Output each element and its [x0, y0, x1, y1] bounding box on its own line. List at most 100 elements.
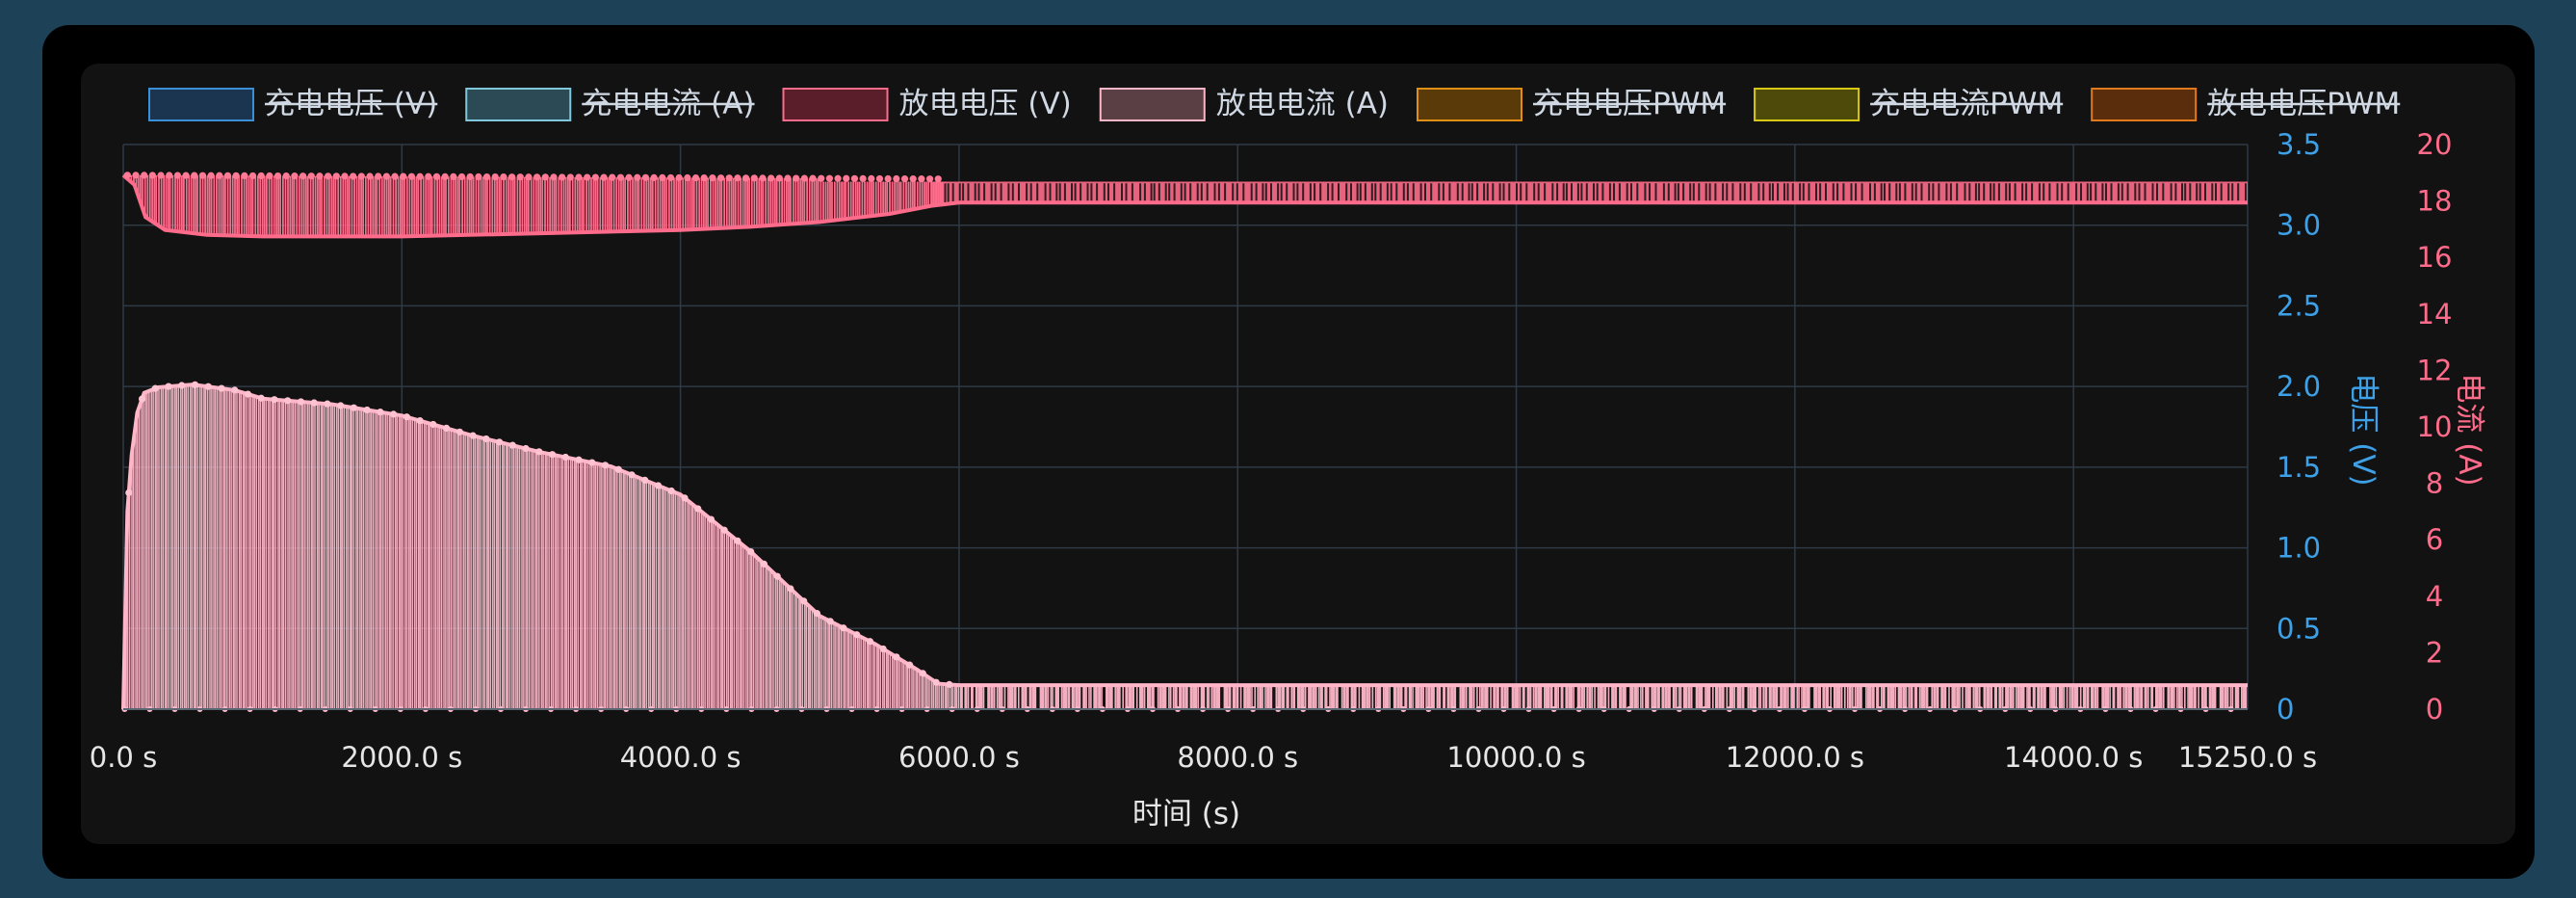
- voltage-point: [141, 172, 148, 179]
- current-point: [561, 453, 569, 462]
- voltage-point: [500, 173, 507, 181]
- voltage-point: [625, 173, 633, 181]
- current-point: [165, 383, 172, 390]
- current-point: [350, 404, 358, 411]
- voltage-point: [391, 172, 399, 180]
- legend-item[interactable]: 放电电压PWM: [2091, 87, 2401, 121]
- legend-item[interactable]: 放电电压 (V): [782, 87, 1072, 121]
- voltage-point: [241, 172, 248, 179]
- current-point: [522, 444, 530, 453]
- voltage-point: [609, 173, 616, 181]
- voltage-point: [666, 173, 675, 182]
- current-point: [826, 618, 834, 625]
- chart-svg: 充电电压 (V) 充电电流 (A) 放电电压 (V) 放电电流 (A) 充电电压PWM 充…: [90, 87, 2486, 832]
- current-point: [455, 428, 463, 436]
- legend-item[interactable]: 充电电流 (A): [465, 87, 755, 121]
- voltage-point: [132, 172, 140, 179]
- voltage-point: [868, 174, 875, 183]
- current-point: [893, 653, 900, 661]
- voltage-point: [716, 174, 725, 182]
- y-left-tick-label: 1.0: [2277, 532, 2321, 565]
- current-point: [138, 395, 146, 403]
- current-point: [681, 494, 689, 502]
- voltage-point: [533, 173, 541, 181]
- discharge-voltage-series: [121, 172, 2248, 239]
- voltage-point: [148, 172, 156, 179]
- current-point: [588, 459, 596, 466]
- current-point: [469, 432, 477, 439]
- legend-item[interactable]: 放电电流 (A): [1099, 87, 1389, 121]
- voltage-point: [198, 172, 207, 179]
- current-point: [575, 456, 583, 463]
- voltage-point: [475, 172, 482, 181]
- voltage-point: [734, 174, 742, 182]
- voltage-point: [700, 174, 708, 182]
- current-point: [614, 465, 622, 473]
- current-point: [694, 505, 702, 513]
- voltage-point: [482, 172, 491, 181]
- current-point: [601, 462, 610, 469]
- voltage-point: [307, 172, 315, 180]
- y-right-tick-label: 16: [2417, 241, 2453, 274]
- legend-label: 放电电压 (V): [899, 87, 1072, 121]
- voltage-point: [616, 173, 625, 181]
- legend[interactable]: 充电电压 (V) 充电电流 (A) 放电电压 (V) 放电电流 (A) 充电电压PWM 充…: [148, 87, 2401, 121]
- voltage-point: [784, 174, 792, 182]
- voltage-point: [207, 172, 215, 179]
- current-point: [787, 585, 794, 593]
- voltage-point: [216, 172, 223, 179]
- current-point: [257, 394, 265, 402]
- voltage-point: [725, 174, 733, 182]
- voltage-point: [691, 173, 700, 182]
- current-point: [919, 670, 926, 677]
- y-right-tick-label: 10: [2417, 410, 2453, 443]
- legend-item[interactable]: 充电电压 (V): [148, 87, 438, 121]
- current-point: [416, 417, 424, 425]
- voltage-point: [675, 173, 683, 182]
- voltage-point: [934, 175, 942, 183]
- current-point: [429, 420, 437, 429]
- y-left-tick-label: 3.5: [2277, 128, 2321, 161]
- voltage-point: [182, 172, 190, 179]
- voltage-point: [266, 172, 273, 180]
- voltage-point: [257, 172, 265, 180]
- voltage-point: [818, 174, 825, 182]
- voltage-point: [893, 174, 900, 183]
- y-left-tick-label: 0.5: [2277, 612, 2321, 645]
- legend-swatch: [1417, 88, 1522, 121]
- legend-item[interactable]: 充电电流PWM: [1754, 87, 2064, 121]
- voltage-point: [900, 174, 909, 183]
- voltage-point: [341, 172, 349, 180]
- current-point: [747, 547, 755, 556]
- voltage-point: [425, 172, 432, 180]
- y-right-tick-label: 20: [2417, 128, 2453, 161]
- y-right-axis-title: 电流 (A): [2452, 373, 2486, 486]
- y-right-tick-label: 12: [2417, 354, 2453, 386]
- voltage-point: [525, 173, 533, 181]
- voltage-point: [332, 172, 340, 180]
- voltage-point: [793, 174, 800, 182]
- legend-swatch: [1099, 88, 1206, 121]
- x-tick-label: 14000.0 s: [2004, 741, 2143, 774]
- current-point: [151, 384, 159, 392]
- current-point: [244, 390, 252, 398]
- current-point: [879, 645, 887, 653]
- voltage-point: [641, 173, 650, 181]
- voltage-point: [157, 172, 165, 179]
- current-point: [628, 471, 636, 479]
- current-point: [734, 537, 742, 544]
- y-right-tick-label: 4: [2426, 580, 2443, 613]
- x-tick-label: 0.0 s: [90, 741, 157, 774]
- legend-item[interactable]: 充电电压PWM: [1417, 87, 1727, 121]
- current-point: [853, 631, 861, 639]
- x-tick-label: 6000.0 s: [898, 741, 1020, 774]
- current-point: [204, 383, 212, 390]
- voltage-point: [299, 172, 307, 180]
- voltage-point: [400, 172, 407, 180]
- voltage-pulse-lines: [125, 174, 947, 237]
- voltage-point: [382, 172, 390, 180]
- voltage-point: [884, 174, 892, 183]
- current-point: [337, 402, 345, 409]
- current-point: [773, 572, 781, 580]
- current-pulse-lines: [125, 384, 2248, 709]
